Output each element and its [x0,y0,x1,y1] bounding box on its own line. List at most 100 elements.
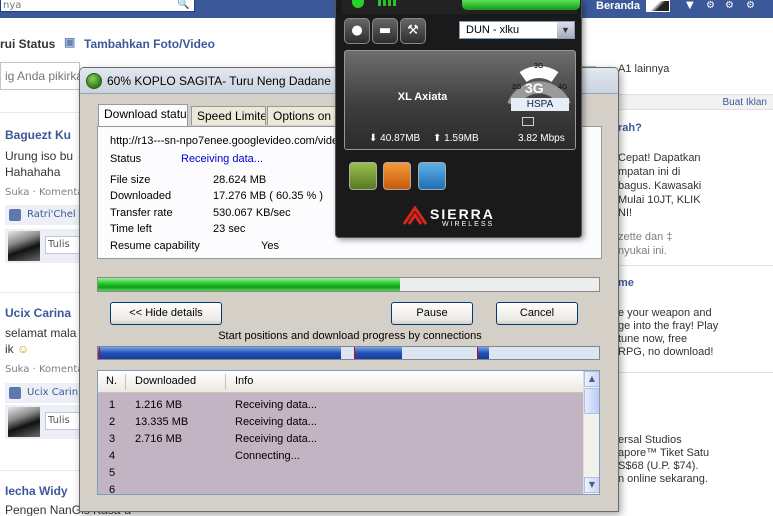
avatar [8,231,40,261]
post-actions[interactable]: Suka · Komenta [5,364,83,375]
help-lifebuoy-icon[interactable] [418,162,446,190]
connections-caption: Start positions and download progress by… [218,330,482,342]
download-arrow-icon: ⬇ [369,133,378,144]
download-progress-bar [97,277,600,292]
transfer-rate-value: 530.067 KB/sec [213,207,291,219]
comment-input[interactable]: Tulis [45,236,83,254]
status-composer-input[interactable]: ig Anda pikirkan? [0,62,80,90]
cell-info: Receiving data... [235,433,317,445]
sent-value: 1.59MB [444,133,479,144]
scroll-thumb[interactable] [584,388,599,414]
friends-count[interactable]: A1 lainnya [618,63,669,75]
ads-header: Buat Iklan [615,94,773,110]
envelope-icon[interactable] [522,117,534,126]
comment-box: Tulis [5,405,83,439]
connection-segment [477,347,489,359]
cell-n: 6 [109,484,116,495]
transfer-rate-label: Transfer rate [110,207,173,219]
ad-text: bagus. Kawasaki [618,180,702,192]
tab-status[interactable]: rui Status [0,37,55,51]
column-divider[interactable] [225,374,226,390]
resume-capability-value: Yes [261,240,279,252]
received-stat: ⬇ 40.87MB [369,133,420,144]
create-ad-link[interactable]: Buat Iklan [723,97,767,108]
ad-text: n online sekarang. [618,473,708,485]
cell-downloaded: 1.216 MB [135,399,183,411]
column-divider[interactable] [125,374,126,390]
cell-n: 4 [109,450,116,462]
ad-text: tune now, free [618,333,688,345]
ad-text: mpatan ini di [618,166,681,178]
post-likes[interactable]: Ratri'Chel [5,205,83,225]
home-icon[interactable] [349,162,377,190]
post-likes[interactable]: Ucix Carin [5,383,83,403]
tab-options[interactable]: Options on co [267,106,337,125]
cell-n: 5 [109,467,116,479]
modem-widget: ● ▬ ⚒ DUN - xlku ▼ XL Axiata 2G 3G 4G 3G… [335,0,582,238]
scroll-down-icon[interactable]: ▼ [584,477,599,493]
hide-details-button[interactable]: << Hide details [110,302,222,325]
table-row[interactable]: 1 1.216 MB Receiving data... [98,397,583,414]
post-actions[interactable]: Suka · Komenta [5,187,83,198]
cell-n: 3 [109,433,116,445]
usb-icon[interactable]: ▬ [372,18,398,44]
post-author[interactable]: Iecha Widy [5,484,68,498]
profile-value: DUN - xlku [466,24,520,36]
upload-arrow-icon: ⬆ [433,133,442,144]
table-row[interactable]: 5 [98,465,583,482]
connections-list[interactable]: N. Downloaded Info 1 1.216 MB Receiving … [97,370,600,495]
column-header-downloaded[interactable]: Downloaded [135,375,196,387]
tab-download-status[interactable]: Download status [98,104,188,126]
chevron-down-icon[interactable]: ▼ [557,22,574,38]
ad-title[interactable]: rah? [618,122,642,134]
post-author[interactable]: Baguezt Ku [5,128,71,142]
vertical-scrollbar[interactable]: ▲ ▼ [583,371,599,494]
time-left-value: 23 sec [213,223,246,235]
table-row[interactable]: 2 13.335 MB Receiving data... [98,414,583,431]
scroll-up-icon[interactable]: ▲ [584,371,599,387]
search-icon[interactable]: 🔍 [177,0,189,11]
thumbs-up-icon [9,209,21,221]
table-row[interactable]: 6 [98,482,583,495]
likes-text: Ratri'Chel [27,209,76,220]
dial-label-2g: 2G [512,84,522,91]
modem-status-screen: XL Axiata 2G 3G 4G 3G HSPA ⬇ 40.87MB ⬆ 1… [344,50,576,150]
column-header-info[interactable]: Info [235,375,253,387]
disconnect-button[interactable] [462,0,580,10]
cell-n: 2 [109,416,116,428]
file-size-value: 28.624 MB [213,174,267,186]
resume-capability-label: Resume capability [110,240,200,252]
signal-bars-icon [378,0,398,6]
divider [0,292,82,293]
post-text: selamat mala [5,326,77,340]
ad-likes: zette dan ‡ [618,231,673,243]
column-header-n[interactable]: N. [106,375,117,387]
comment-input[interactable]: Tulis [45,412,83,430]
post-text: ik ☺ [5,342,29,356]
dial-label-4g: 4G [558,84,568,91]
tab-add-photo[interactable]: Tambahkan Foto/Video [84,37,215,51]
downloaded-value: 17.276 MB ( 60.35 % ) [213,190,324,202]
profile-select[interactable]: DUN - xlku ▼ [459,21,575,39]
post-author[interactable]: Ucix Carina [5,306,71,320]
cell-downloaded: 2.716 MB [135,433,183,445]
ad-text: Cepat! Dapatkan [618,152,701,164]
monitor-icon[interactable] [383,162,411,190]
ad-text: ge into the fray! Play [618,320,719,332]
pause-button[interactable]: Pause [391,302,473,325]
received-value: 40.87MB [380,133,421,144]
ad-title[interactable]: me [618,277,634,289]
sms-icon[interactable]: ● [344,18,370,44]
tab-speed-limiter[interactable]: Speed Limiter [191,106,266,125]
table-row[interactable]: 4 Connecting... [98,448,583,465]
connections-list-body: 1 1.216 MB Receiving data... 2 13.335 MB… [98,393,583,495]
table-row[interactable]: 3 2.716 MB Receiving data... [98,431,583,448]
photo-icon: ▣ [64,35,76,49]
wrench-icon[interactable]: ⚒ [400,18,426,44]
connection-segment [354,347,402,359]
cancel-button[interactable]: Cancel [496,302,578,325]
facebook-search-input[interactable]: nya [0,0,195,12]
brand-logo: SIERRA [430,206,495,222]
status-value: Receiving data... [181,153,263,165]
comment-box: Tulis [5,229,83,263]
